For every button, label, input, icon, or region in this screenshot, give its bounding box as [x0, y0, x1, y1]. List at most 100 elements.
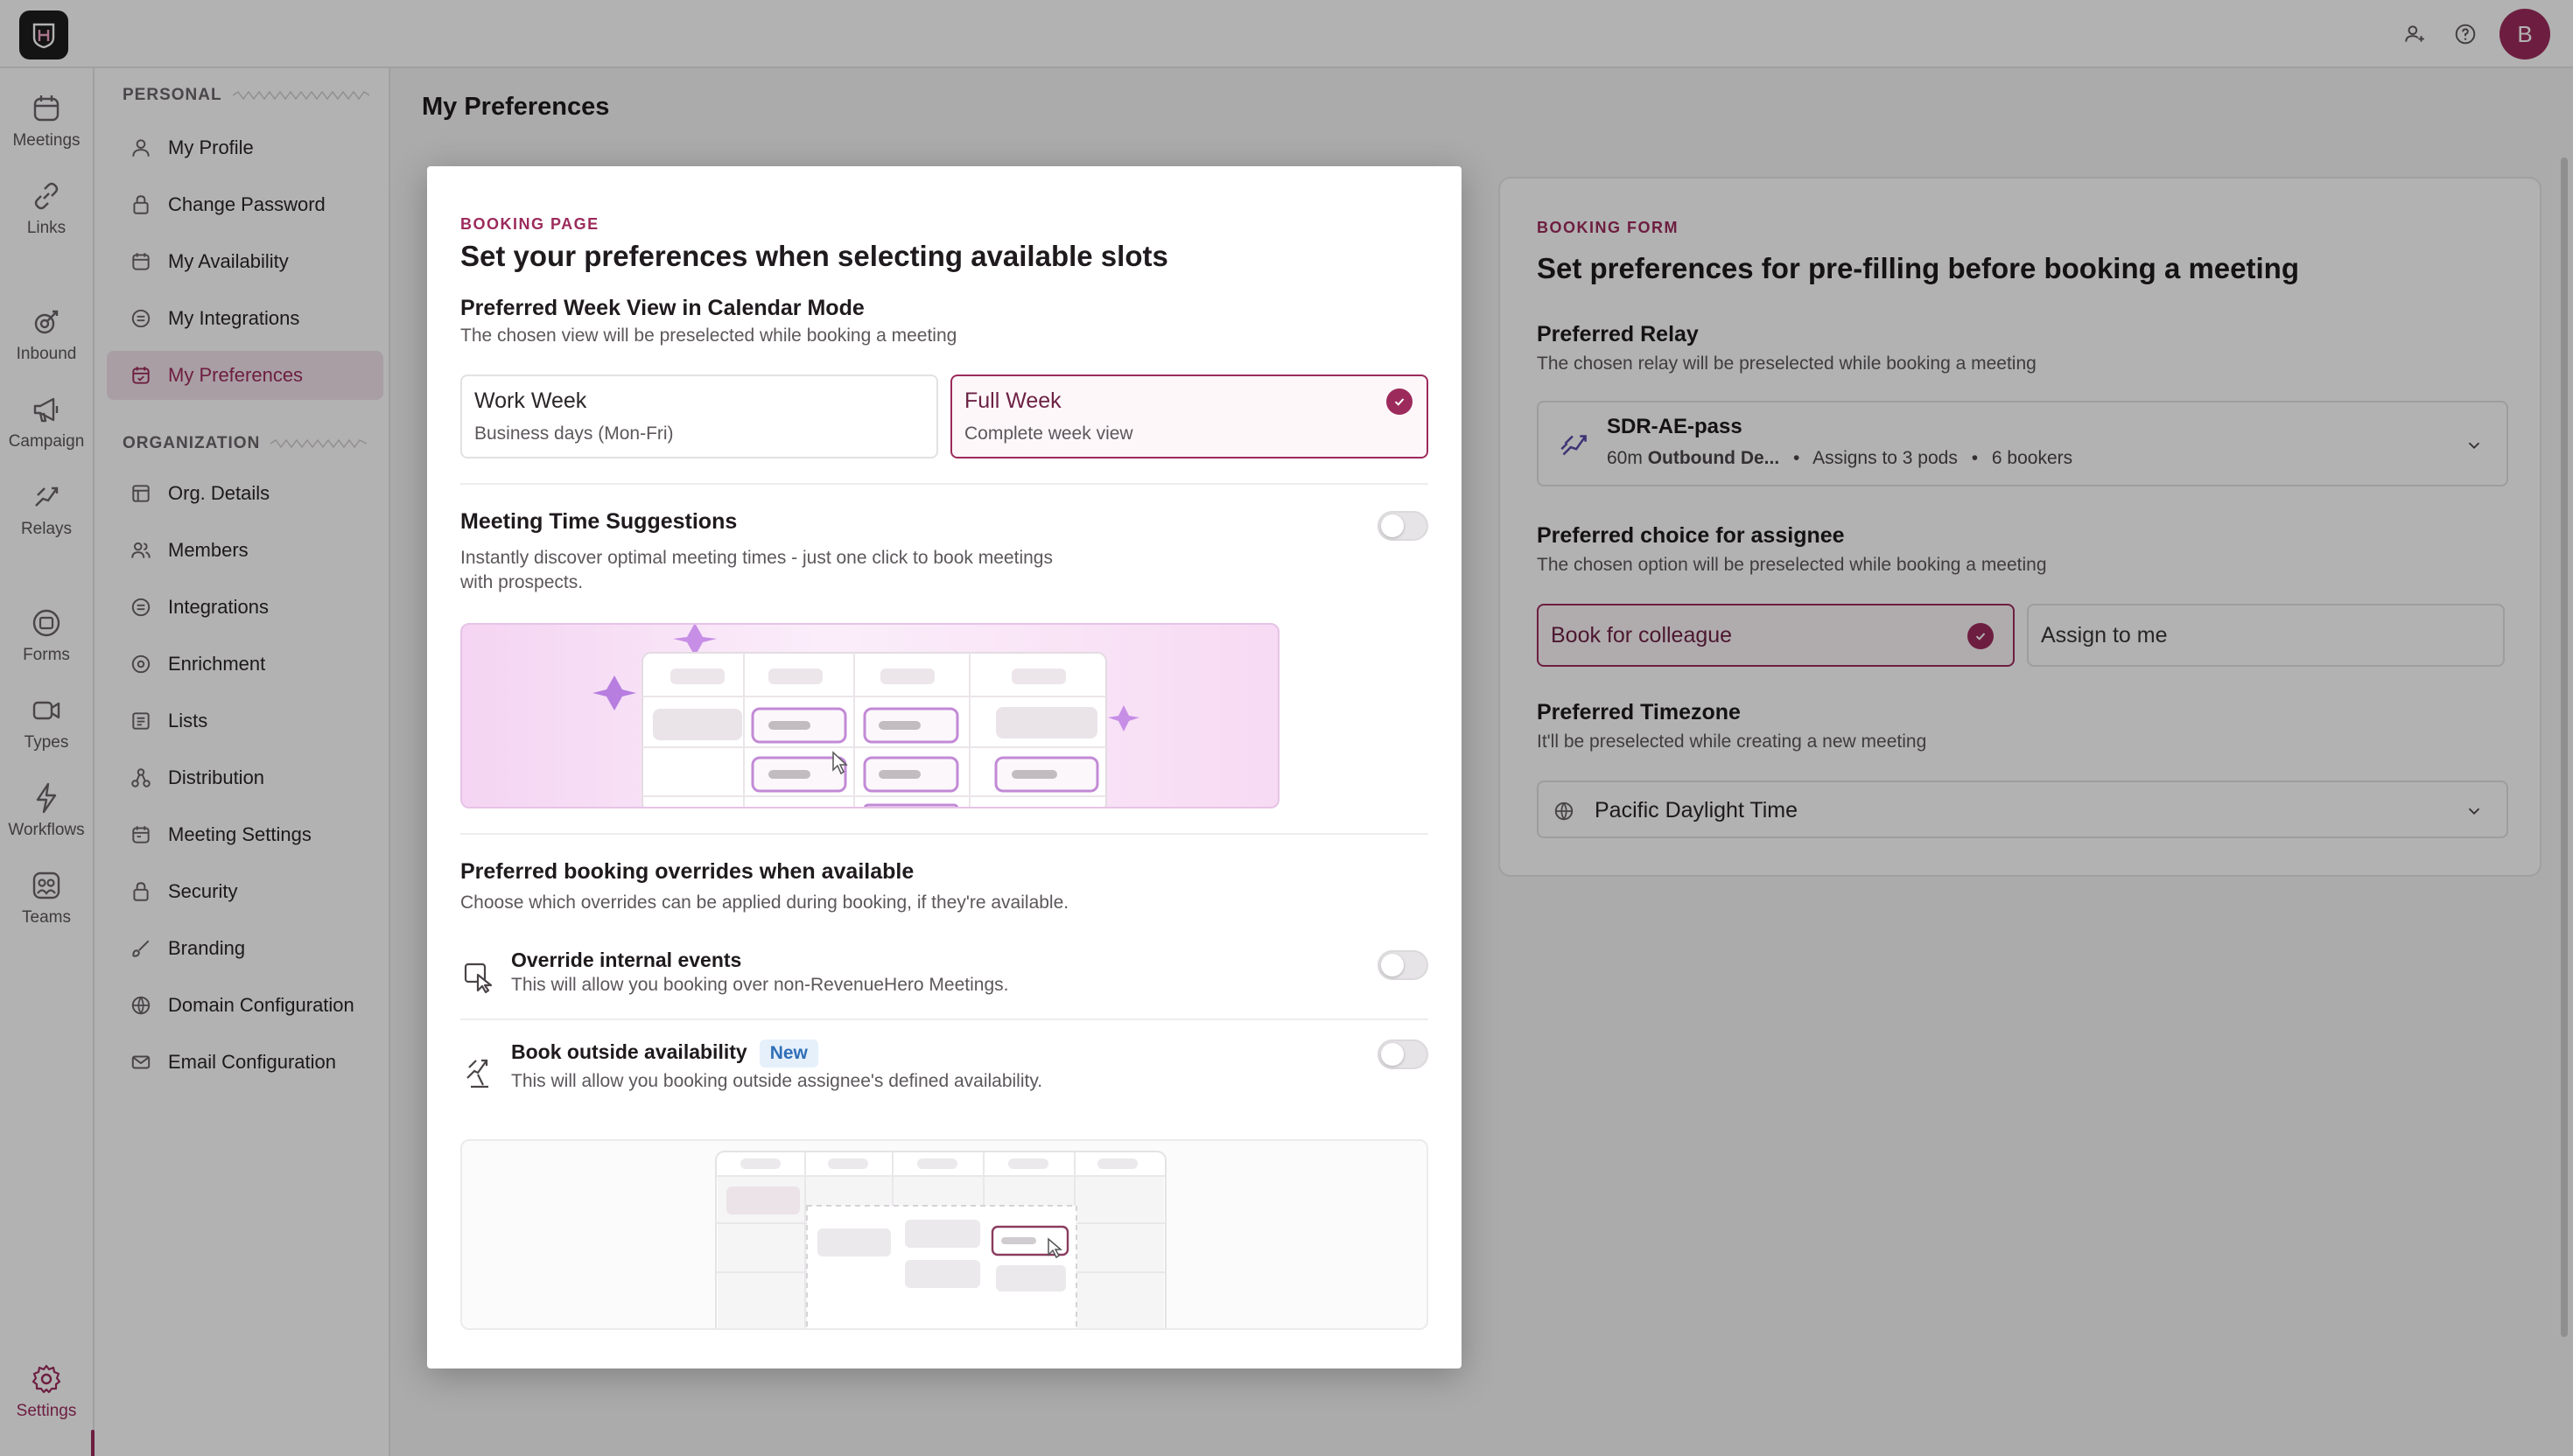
relay-duration: 60m	[1607, 448, 1643, 468]
building-icon	[132, 485, 150, 502]
sidebar-item-meeting-settings[interactable]: Meeting Settings	[107, 810, 383, 859]
rail-item-workflows[interactable]: Workflows	[0, 780, 93, 840]
relay-description: The chosen relay will be preselected whi…	[1537, 354, 2037, 374]
assignee-heading: Preferred choice for assignee	[1537, 523, 1845, 548]
overrides-description: Choose which overrides can be applied du…	[460, 892, 1069, 913]
rail-item-forms[interactable]: Forms	[0, 606, 93, 665]
video-icon	[32, 701, 60, 720]
relay-type: Outbound De...	[1647, 448, 1780, 468]
week-option-work-week[interactable]: Work Week Business days (Mon-Fri)	[460, 374, 938, 458]
meeting-settings-icon	[132, 826, 150, 844]
outside-availability-description: This will allow you booking outside assi…	[511, 1071, 1043, 1091]
list-icon	[132, 712, 150, 730]
outside-availability-toggle[interactable]	[1378, 1040, 1428, 1069]
sidebar-item-my-integrations[interactable]: My Integrations	[107, 294, 383, 343]
mail-icon	[131, 1055, 151, 1069]
sidebar-item-domain-configuration[interactable]: Domain Configuration	[107, 981, 383, 1030]
section-label-personal: PERSONAL	[123, 86, 369, 105]
page-scrollbar[interactable]	[2561, 158, 2568, 1337]
invite-user-icon[interactable]	[2400, 19, 2429, 49]
override-events-icon	[464, 962, 493, 994]
chevron-down-icon	[2468, 808, 2480, 816]
override-internal-toggle[interactable]	[1378, 950, 1428, 980]
distribution-icon	[131, 768, 151, 788]
divider	[460, 833, 1428, 835]
lock-icon	[133, 195, 149, 214]
rail-item-types[interactable]: Types	[0, 693, 93, 752]
brush-icon	[132, 940, 150, 957]
rail-label: Workflows	[8, 821, 85, 839]
assignee-option-assign-to-me[interactable]: Assign to me	[2027, 604, 2505, 667]
inbound-icon	[34, 310, 59, 334]
sidebar-item-org-details[interactable]: Org. Details	[107, 469, 383, 518]
relay-meta: 60m Outbound De... • Assigns to 3 pods •…	[1607, 448, 2073, 468]
sidebar-item-distribution[interactable]: Distribution	[107, 753, 383, 802]
link-icon	[34, 182, 59, 210]
outside-availability-title-row: Book outside availability New	[511, 1040, 818, 1068]
suggestions-illustration	[460, 623, 1279, 808]
rail-label: Campaign	[8, 432, 85, 451]
sidebar-item-security[interactable]: Security	[107, 867, 383, 916]
week-option-desc: Business days (Mon-Fri)	[474, 424, 674, 444]
sidebar-item-integrations[interactable]: Integrations	[107, 583, 383, 632]
rail-item-meetings[interactable]: Meetings	[0, 91, 93, 150]
rail-label: Settings	[16, 1402, 77, 1420]
booking-page-preferences-panel: BOOKING PAGE Set your preferences when s…	[427, 166, 1462, 1368]
override-internal-description: This will allow you booking over non-Rev…	[511, 975, 1009, 995]
rail-label: Forms	[23, 646, 70, 664]
sidebar-item-my-profile[interactable]: My Profile	[107, 123, 383, 172]
user-icon	[132, 139, 150, 157]
help-icon[interactable]	[2450, 19, 2480, 49]
rail-item-settings[interactable]: Settings	[0, 1362, 93, 1421]
app-logo[interactable]	[19, 10, 68, 60]
outside-availability-icon	[466, 1059, 488, 1088]
suggestions-toggle[interactable]	[1378, 511, 1428, 541]
assignee-option-label: Book for colleague	[1551, 623, 1733, 648]
squiggle-decoration	[232, 91, 369, 100]
enrichment-icon	[131, 654, 151, 674]
timezone-select[interactable]: Pacific Daylight Time	[1537, 780, 2508, 838]
sidebar-item-my-availability[interactable]: My Availability	[107, 237, 383, 286]
relay-heading: Preferred Relay	[1537, 322, 1699, 346]
sidebar-item-enrichment[interactable]: Enrichment	[107, 640, 383, 689]
timezone-value: Pacific Daylight Time	[1595, 798, 1798, 822]
sidebar-item-email-configuration[interactable]: Email Configuration	[107, 1038, 383, 1087]
rail-item-links[interactable]: Links	[0, 178, 93, 238]
calendar-icon	[33, 95, 60, 122]
page-title: My Preferences	[422, 93, 610, 121]
rail-label: Teams	[22, 908, 71, 927]
members-icon	[131, 542, 151, 558]
week-option-title: Work Week	[474, 388, 587, 413]
globe-icon	[1554, 802, 1574, 821]
rail-item-inbound[interactable]: Inbound	[0, 304, 93, 364]
week-option-desc: Complete week view	[964, 424, 1133, 444]
settings-sidebar: PERSONAL My Profile Change Password My A…	[95, 68, 390, 1456]
logo-icon	[32, 23, 55, 49]
week-option-full-week[interactable]: Full Week Complete week view	[950, 374, 1428, 458]
sidebar-item-members[interactable]: Members	[107, 526, 383, 575]
overrides-heading: Preferred booking overrides when availab…	[460, 859, 915, 884]
sidebar-item-change-password[interactable]: Change Password	[107, 180, 383, 229]
sidebar-item-my-preferences[interactable]: My Preferences	[107, 351, 383, 400]
new-badge: New	[759, 1040, 818, 1068]
rail-item-teams[interactable]: Teams	[0, 868, 93, 928]
sidebar-item-branding[interactable]: Branding	[107, 924, 383, 973]
outside-availability-title: Book outside availability	[511, 1040, 747, 1064]
relay-select[interactable]: SDR-AE-pass 60m Outbound De... • Assigns…	[1537, 401, 2508, 486]
relay-pods: Assigns to 3 pods	[1812, 448, 1958, 468]
divider	[460, 1018, 1428, 1020]
sidebar-item-lists[interactable]: Lists	[107, 696, 383, 746]
check-icon	[1386, 388, 1413, 415]
rail-item-campaign[interactable]: Campaign	[0, 392, 93, 452]
rail-label: Relays	[20, 520, 73, 538]
lightning-icon	[36, 782, 57, 814]
avatar[interactable]: B	[2499, 9, 2550, 60]
week-view-description: The chosen view will be preselected whil…	[460, 326, 957, 346]
timezone-description: It'll be preselected while creating a ne…	[1537, 732, 1927, 752]
assignee-option-book-for-colleague[interactable]: Book for colleague	[1537, 604, 2015, 667]
booking-form-card: BOOKING FORM Set preferences for pre-fil…	[1498, 177, 2541, 877]
relay-bookers: 6 bookers	[1991, 448, 2073, 468]
rail-label: Meetings	[12, 131, 81, 150]
suggestions-description-line-1: Instantly discover optimal meeting times…	[460, 548, 1053, 568]
rail-item-relays[interactable]: Relays	[0, 480, 93, 539]
